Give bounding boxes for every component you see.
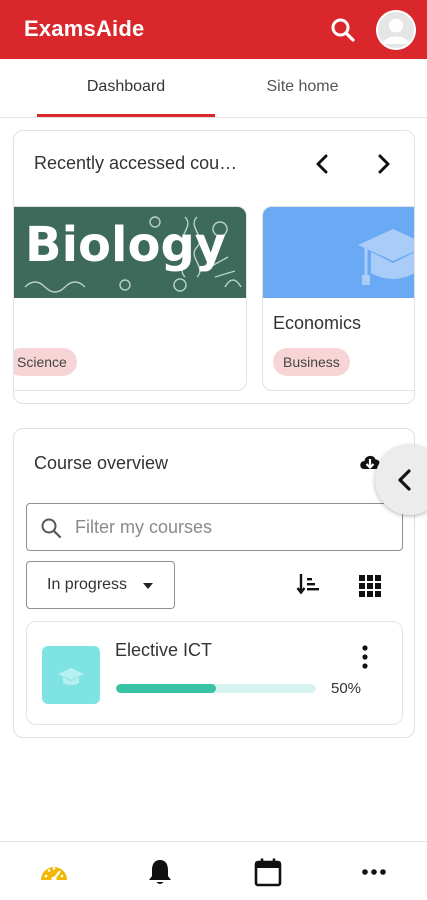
course-name-elective-ict[interactable]: Elective ICT bbox=[115, 640, 212, 661]
progress-filter-label: In progress bbox=[47, 576, 128, 593]
user-avatar[interactable] bbox=[376, 10, 416, 50]
more-vertical-icon[interactable] bbox=[355, 644, 375, 672]
dashboard-icon[interactable] bbox=[38, 856, 70, 888]
sort-icon[interactable] bbox=[296, 571, 322, 597]
caret-down-icon bbox=[143, 583, 153, 589]
graduation-cap-icon bbox=[263, 207, 414, 298]
progress-filter-dropdown[interactable]: In progress bbox=[26, 561, 175, 609]
app-brand[interactable]: ExamsAide bbox=[24, 16, 144, 42]
category-badge-science: Science bbox=[14, 348, 77, 376]
course-name-economics[interactable]: Economics bbox=[273, 313, 361, 334]
course-thumbnail bbox=[42, 646, 100, 704]
course-image-economics bbox=[263, 207, 414, 298]
course-overview-title: Course overview bbox=[34, 453, 169, 473]
chevron-left-icon[interactable] bbox=[308, 149, 338, 179]
chevron-left-icon bbox=[398, 469, 411, 491]
course-progress-fill bbox=[116, 684, 216, 693]
bottom-navigation bbox=[0, 841, 427, 900]
chevron-right-icon[interactable] bbox=[368, 149, 398, 179]
filter-courses-input[interactable] bbox=[75, 505, 385, 549]
course-list-item[interactable]: Elective ICT 50% bbox=[26, 621, 403, 725]
calendar-icon[interactable] bbox=[252, 856, 284, 888]
category-badge-business: Business bbox=[273, 348, 350, 376]
tab-bar: Dashboard Site home bbox=[0, 59, 427, 118]
tab-dashboard[interactable]: Dashboard bbox=[37, 59, 215, 117]
search-icon bbox=[40, 517, 62, 539]
recently-accessed-block: Recently accessed cou… Biology Science E… bbox=[13, 130, 415, 404]
course-progress-bar bbox=[116, 684, 316, 693]
course-card-economics[interactable]: Economics Business bbox=[262, 206, 414, 391]
course-card-biology[interactable]: Biology Science bbox=[14, 206, 247, 391]
course-overview-block: Course overview In progress bbox=[13, 428, 415, 738]
biology-image-title: Biology bbox=[25, 217, 227, 273]
course-progress-label: 50% bbox=[331, 680, 362, 697]
graduation-cap-icon bbox=[58, 668, 84, 685]
top-app-bar: ExamsAide bbox=[0, 0, 427, 59]
more-horizontal-icon[interactable] bbox=[358, 856, 390, 888]
recent-courses-title: Recently accessed cou… bbox=[34, 153, 238, 173]
bell-icon[interactable] bbox=[144, 856, 176, 888]
course-filter-field[interactable] bbox=[26, 503, 403, 551]
block-drawer-toggle[interactable] bbox=[375, 445, 427, 515]
search-icon[interactable] bbox=[330, 17, 356, 43]
grid-view-icon[interactable] bbox=[357, 572, 383, 598]
tab-site-home[interactable]: Site home bbox=[215, 59, 390, 117]
